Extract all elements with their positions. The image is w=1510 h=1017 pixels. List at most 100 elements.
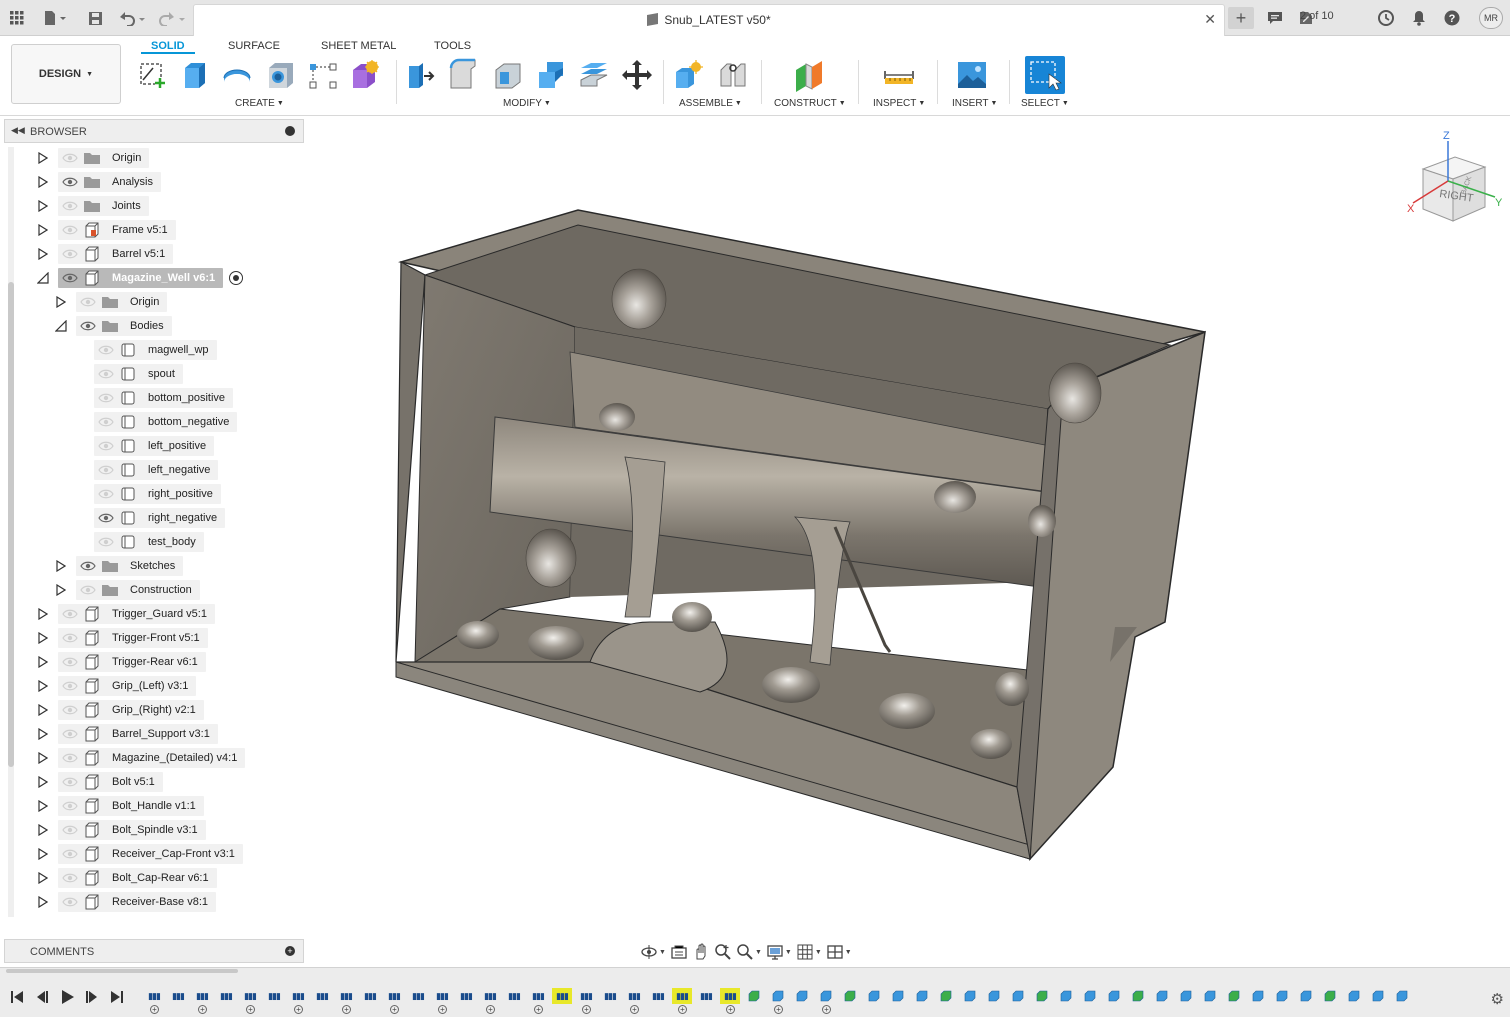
- browser-item-chip[interactable]: left_negative: [94, 460, 219, 480]
- visibility-eye-icon[interactable]: [58, 772, 82, 792]
- orbit-icon[interactable]: ▼: [640, 942, 666, 962]
- viewports-icon[interactable]: ▼: [826, 942, 852, 962]
- timeline-sketch-group-icon[interactable]: ▮▮▮: [240, 988, 260, 1004]
- construct-menu[interactable]: CONSTRUCT ▼: [774, 98, 846, 109]
- timeline-sketch-group-icon[interactable]: ▮▮▮: [312, 988, 332, 1004]
- timeline-feature-icon[interactable]: [1392, 988, 1412, 1004]
- browser-item-chip[interactable]: right_negative: [94, 508, 226, 528]
- visibility-eye-icon[interactable]: [94, 388, 118, 408]
- timeline-feature-icon[interactable]: [1368, 988, 1388, 1004]
- timeline-sketch-group-icon[interactable]: ▮▮▮: [432, 988, 452, 1004]
- help-icon[interactable]: ?: [1443, 7, 1461, 29]
- timeline-plane-icon[interactable]: [1032, 988, 1052, 1004]
- expand-triangle-icon[interactable]: [36, 891, 50, 913]
- timeline-expand-icon[interactable]: +: [246, 1005, 255, 1014]
- timeline-sketch-group-icon[interactable]: ▮▮▮: [288, 988, 308, 1004]
- browser-item-chip[interactable]: bottom_positive: [94, 388, 234, 408]
- redo-icon[interactable]: [156, 7, 188, 29]
- timeline-expand-icon[interactable]: +: [486, 1005, 495, 1014]
- notifications-icon[interactable]: [1410, 7, 1428, 29]
- assemble-menu[interactable]: ASSEMBLE ▼: [679, 98, 742, 109]
- play-icon[interactable]: [60, 990, 74, 1007]
- expand-triangle-icon[interactable]: [36, 603, 50, 625]
- timeline-sketch-group-icon[interactable]: ▮▮▮: [480, 988, 500, 1004]
- revolve-icon[interactable]: [221, 58, 253, 92]
- timeline-sketch-group-icon[interactable]: ▮▮▮: [264, 988, 284, 1004]
- browser-item[interactable]: bottom_negative: [72, 411, 238, 433]
- visibility-eye-icon[interactable]: [58, 796, 82, 816]
- browser-item-chip[interactable]: Grip_(Left) v3:1: [58, 676, 197, 696]
- timeline-expand-icon[interactable]: +: [342, 1005, 351, 1014]
- browser-item[interactable]: Barrel v5:1: [36, 243, 174, 265]
- browser-item-chip[interactable]: magwell_wp: [94, 340, 217, 360]
- browser-item-chip[interactable]: Magazine_Well v6:1: [58, 268, 224, 288]
- shell-icon[interactable]: [492, 58, 524, 92]
- timeline-feature-icon[interactable]: [1248, 988, 1268, 1004]
- timeline-expand-icon[interactable]: +: [726, 1005, 735, 1014]
- document-tab[interactable]: Snub_LATEST v50* ✕: [193, 4, 1225, 36]
- add-comment-icon[interactable]: +: [285, 946, 295, 956]
- timeline-feature-icon[interactable]: [816, 988, 836, 1004]
- inspect-menu[interactable]: INSPECT ▼: [873, 98, 925, 109]
- expand-triangle-icon[interactable]: [36, 147, 50, 169]
- browser-item[interactable]: Magazine_(Detailed) v4:1: [36, 747, 246, 769]
- visibility-eye-icon[interactable]: [94, 532, 118, 552]
- timeline-feature-icon[interactable]: [1104, 988, 1124, 1004]
- tab-surface[interactable]: SURFACE: [218, 38, 290, 54]
- version-counter[interactable]: 2 of 10: [1300, 10, 1334, 22]
- job-status-icon[interactable]: [1376, 7, 1396, 29]
- browser-item[interactable]: Analysis: [36, 171, 161, 193]
- browser-header[interactable]: ◀◀ BROWSER: [4, 119, 304, 143]
- browser-item-chip[interactable]: Origin: [58, 148, 150, 168]
- visibility-eye-icon[interactable]: [58, 724, 82, 744]
- timeline-sketch-group-icon[interactable]: ▮▮▮: [600, 988, 620, 1004]
- visibility-eye-icon[interactable]: [94, 364, 118, 384]
- browser-item[interactable]: Trigger-Front v5:1: [36, 627, 208, 649]
- app-grid-icon[interactable]: [8, 7, 26, 29]
- timeline-sketch-group-icon[interactable]: ▮▮▮: [192, 988, 212, 1004]
- step-back-icon[interactable]: [35, 990, 49, 1007]
- visibility-eye-icon[interactable]: [58, 628, 82, 648]
- visibility-eye-icon[interactable]: [94, 436, 118, 456]
- browser-item-chip[interactable]: Bolt_Handle v1:1: [58, 796, 204, 816]
- visibility-eye-icon[interactable]: [58, 220, 82, 240]
- collapse-panel-icon[interactable]: ◀◀: [11, 125, 25, 136]
- browser-item[interactable]: Joints: [36, 195, 149, 217]
- browser-item[interactable]: test_body: [72, 531, 204, 553]
- browser-item-chip[interactable]: right_positive: [94, 484, 221, 504]
- browser-item-chip[interactable]: Sketches: [76, 556, 184, 576]
- browser-item[interactable]: Construction: [54, 579, 200, 601]
- browser-item-chip[interactable]: Magazine_(Detailed) v4:1: [58, 748, 246, 768]
- browser-item[interactable]: Bolt v5:1: [36, 771, 163, 793]
- activate-component-icon[interactable]: [229, 271, 244, 285]
- timeline-plane-icon[interactable]: [1128, 988, 1148, 1004]
- move-copy-icon[interactable]: [621, 58, 653, 92]
- expand-triangle-icon[interactable]: [36, 747, 50, 769]
- expand-triangle-icon[interactable]: [36, 675, 50, 697]
- timeline-expand-icon[interactable]: +: [582, 1005, 591, 1014]
- timeline-expand-icon[interactable]: +: [198, 1005, 207, 1014]
- fillet-icon[interactable]: [448, 58, 480, 92]
- timeline-feature-icon[interactable]: [912, 988, 932, 1004]
- visibility-eye-icon[interactable]: [94, 484, 118, 504]
- visibility-eye-icon[interactable]: [94, 460, 118, 480]
- timeline-sketch-group-icon[interactable]: ▮▮▮: [528, 988, 548, 1004]
- browser-item[interactable]: bottom_positive: [72, 387, 234, 409]
- pattern-icon[interactable]: [307, 58, 339, 92]
- timeline-sketch-group-icon[interactable]: ▮▮▮: [648, 988, 668, 1004]
- undo-icon[interactable]: [116, 7, 148, 29]
- viewport-canvas[interactable]: RIGHT BACK Z X Y: [305, 117, 1510, 967]
- browser-item[interactable]: Grip_(Left) v3:1: [36, 675, 197, 697]
- timeline-sketch-group-icon[interactable]: ▮▮▮: [576, 988, 596, 1004]
- close-tab-icon[interactable]: ✕: [1204, 11, 1216, 28]
- browser-item[interactable]: Bolt_Cap-Rear v6:1: [36, 867, 217, 889]
- browser-item-chip[interactable]: left_positive: [94, 436, 215, 456]
- expand-triangle-icon[interactable]: [54, 291, 68, 313]
- step-forward-icon[interactable]: [85, 990, 99, 1007]
- combine-icon[interactable]: [535, 58, 567, 92]
- timeline-plane-icon[interactable]: [1224, 988, 1244, 1004]
- expand-triangle-icon[interactable]: [36, 771, 50, 793]
- browser-item-chip[interactable]: Receiver-Base v8:1: [58, 892, 216, 912]
- browser-item[interactable]: Sketches: [54, 555, 184, 577]
- expand-triangle-icon[interactable]: [36, 651, 50, 673]
